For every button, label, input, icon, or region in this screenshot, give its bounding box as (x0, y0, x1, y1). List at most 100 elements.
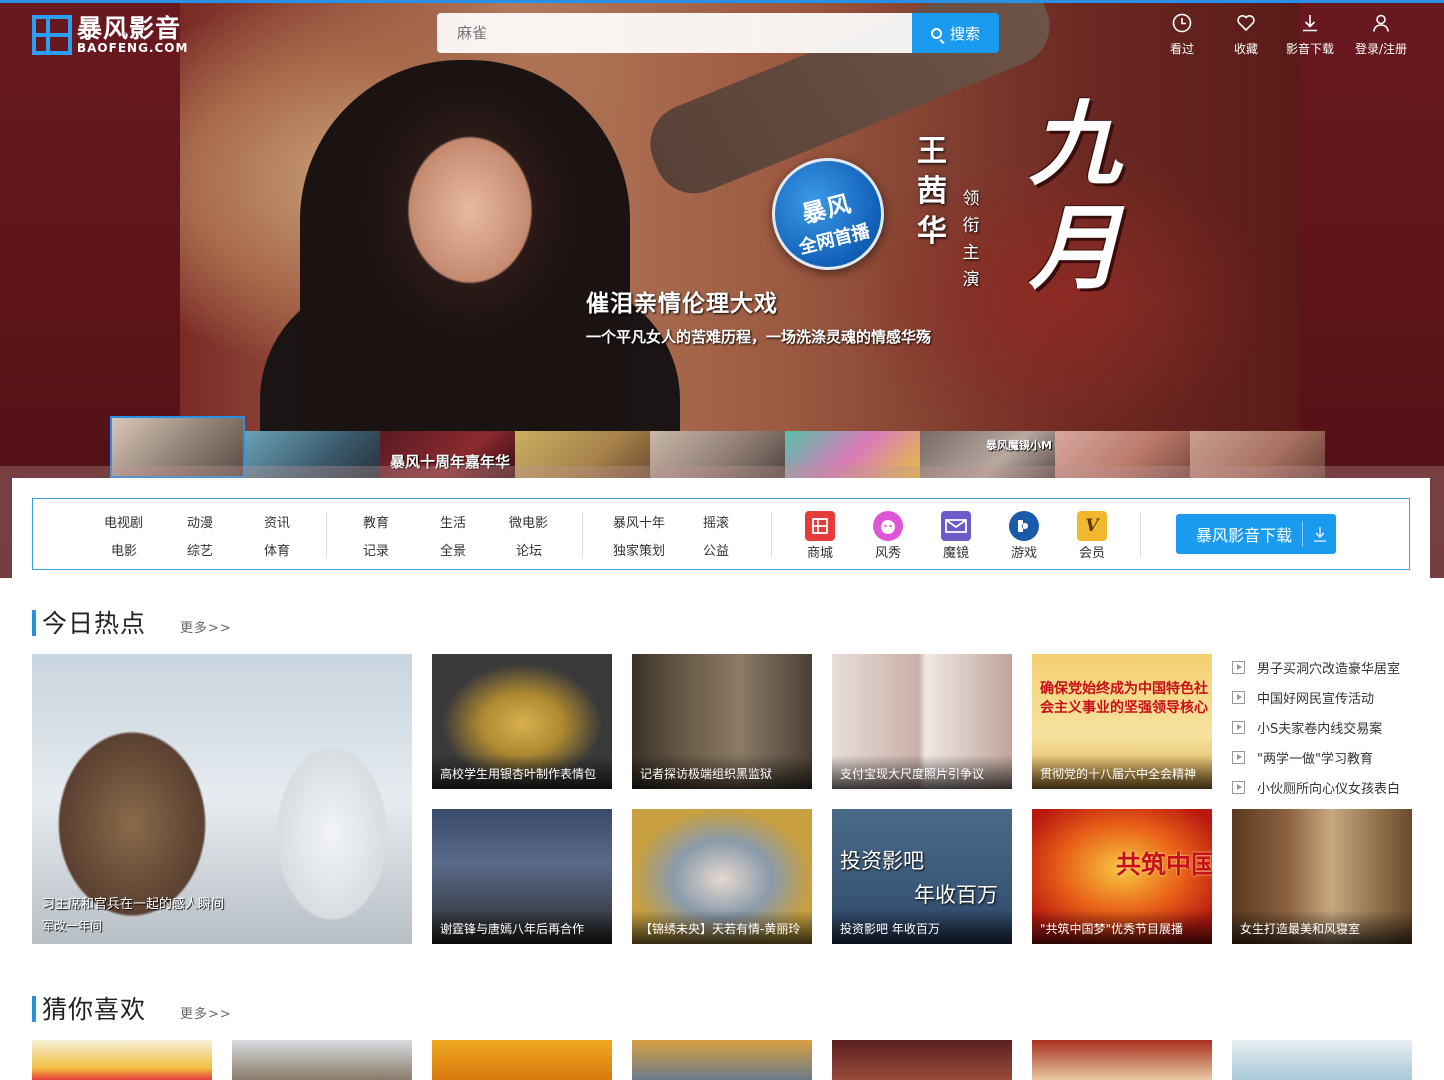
category-divider (582, 512, 583, 558)
recommend-card[interactable] (1232, 1040, 1412, 1080)
category-forum[interactable]: 论坛 (516, 540, 542, 559)
service-mall[interactable]: 商城 (800, 542, 840, 561)
nav-history-label: 看过 (1170, 42, 1195, 56)
guess-more-link[interactable]: 更多>> (180, 1003, 232, 1022)
news-card-caption: 【锦绣未央】天若有情-黄丽玲 (640, 922, 801, 936)
nav-favorites-label: 收藏 (1234, 42, 1259, 56)
logo-english: BAOFENG.COM (77, 40, 189, 55)
guess-header: 猜你喜欢 更多>> (42, 990, 232, 1026)
vr-mirror-icon[interactable] (941, 511, 971, 541)
news-card[interactable]: 确保党始终成为中国特色社会主义事业的坚强领导核心 贯彻党的十八届六中全会精神 (1032, 654, 1212, 789)
download-arrow-icon (1303, 526, 1336, 542)
hero-tagline: 催泪亲情伦理大戏 (586, 291, 778, 317)
service-game[interactable]: 游戏 (1004, 542, 1044, 561)
search-input[interactable] (437, 13, 912, 53)
nav-login[interactable]: 登录/注册 (1355, 12, 1407, 57)
category-exclusive[interactable]: 独家策划 (613, 540, 665, 559)
vip-icon[interactable]: V (1077, 511, 1107, 541)
play-icon (1232, 780, 1245, 794)
play-icon (1232, 750, 1245, 764)
news-card-caption: 支付宝现大尺度照片引争议 (840, 767, 985, 781)
hero-subtitle: 一个平凡女人的苦难历程，一场洗涤灵魂的情感华殇 (586, 328, 932, 346)
news-card[interactable]: 高校学生用银杏叶制作表情包 (432, 654, 612, 789)
news-card-caption: 女生打造最美和风寝室 (1240, 922, 1361, 936)
download-icon (1299, 12, 1321, 34)
hot-today-title: 今日热点 (42, 609, 147, 638)
news-card-caption: "共筑中国梦"优秀节目展播 (1040, 922, 1184, 936)
news-card[interactable]: 支付宝现大尺度照片引争议 (832, 654, 1012, 789)
site-logo[interactable]: 暴风影音 BAOFENG.COM (32, 14, 188, 56)
feature-news-subtitle: 军改一年间 (42, 919, 103, 933)
category-movies[interactable]: 电影 (111, 540, 137, 559)
search-bar: 搜索 (437, 13, 999, 53)
nav-favorites[interactable]: 收藏 (1234, 12, 1258, 57)
user-icon (1370, 12, 1392, 34)
recommend-card[interactable] (1032, 1040, 1212, 1080)
list-item[interactable]: "两学一做"学习教育 (1232, 742, 1422, 772)
category-micro-film[interactable]: 微电影 (509, 512, 548, 531)
category-divider (1140, 512, 1141, 558)
news-card[interactable]: 共筑中国梦 "共筑中国梦"优秀节目展播 (1032, 809, 1212, 944)
client-download-button[interactable]: 暴风影音下载 (1176, 514, 1336, 554)
history-clock-icon (1171, 12, 1193, 34)
news-card-overlay: 投资影吧 (840, 849, 924, 873)
news-card-caption: 记者探访极端组织黑监狱 (640, 767, 773, 781)
game-icon[interactable] (1009, 511, 1039, 541)
recommend-card[interactable] (232, 1040, 412, 1080)
news-card[interactable]: 记者探访极端组织黑监狱 (632, 654, 812, 789)
recommend-card[interactable] (32, 1040, 212, 1080)
news-card-caption: 投资影吧 年收百万 (840, 922, 940, 936)
category-education[interactable]: 教育 (363, 512, 389, 531)
hero-show-title: 九月 (1028, 90, 1121, 302)
list-item[interactable]: 男子买洞穴改造豪华居室 (1232, 652, 1422, 682)
mall-icon[interactable] (805, 511, 835, 541)
list-item[interactable]: 小伙厕所向心仪女孩表白 (1232, 772, 1422, 802)
category-charity[interactable]: 公益 (703, 540, 729, 559)
play-icon (1232, 660, 1245, 674)
feature-news-card[interactable]: 习主席和官兵在一起的感人瞬间 军改一年间 (32, 654, 412, 944)
nav-download[interactable]: 影音下载 (1286, 12, 1334, 57)
nav-history[interactable]: 看过 (1170, 12, 1194, 57)
category-panorama[interactable]: 全景 (440, 540, 466, 559)
category-divider (326, 512, 327, 558)
service-vr-mirror[interactable]: 魔镜 (936, 542, 976, 561)
category-rock[interactable]: 摇滚 (703, 512, 729, 531)
search-button-label: 搜索 (949, 24, 980, 43)
category-tv-series[interactable]: 电视剧 (104, 512, 143, 531)
fengxiu-icon[interactable] (873, 511, 903, 541)
news-card[interactable]: 【锦绣未央】天若有情-黄丽玲 (632, 809, 812, 944)
news-card-caption: 谢霆锋与唐嫣八年后再合作 (440, 922, 585, 936)
hero-actor-name: 王茜华 (917, 134, 947, 249)
heart-icon (1235, 12, 1257, 34)
search-button[interactable]: 搜索 (912, 13, 999, 53)
news-card[interactable]: 谢霆锋与唐嫣八年后再合作 (432, 809, 612, 944)
hero-lead-role: 领衔主演 (962, 189, 980, 290)
top-accent-line (0, 0, 1444, 3)
news-card[interactable]: 女生打造最美和风寝室 (1232, 809, 1412, 944)
recommend-card[interactable] (632, 1040, 812, 1080)
category-life[interactable]: 生活 (440, 512, 466, 531)
category-variety[interactable]: 综艺 (187, 540, 213, 559)
feature-news-title: 习主席和官兵在一起的感人瞬间 (42, 897, 225, 912)
category-sports[interactable]: 体育 (264, 540, 290, 559)
list-item[interactable]: 中国好网民宣传活动 (1232, 682, 1422, 712)
section-accent-bar (32, 996, 36, 1022)
category-divider (771, 512, 772, 558)
category-baofeng-decade[interactable]: 暴风十年 (613, 512, 665, 531)
news-card-overlay: 共筑中国梦 (1116, 850, 1212, 879)
hot-today-more-link[interactable]: 更多>> (180, 617, 232, 636)
logo-mark-icon (32, 15, 72, 55)
recommend-card[interactable] (832, 1040, 1012, 1080)
recommend-card[interactable] (432, 1040, 612, 1080)
search-icon (930, 27, 942, 39)
category-documentary[interactable]: 记录 (363, 540, 389, 559)
category-news[interactable]: 资讯 (264, 512, 290, 531)
list-item[interactable]: 小S夫家卷内线交易案 (1232, 712, 1422, 742)
category-anime[interactable]: 动漫 (187, 512, 213, 531)
news-card[interactable]: 投资影吧 年收百万 投资影吧 年收百万 (832, 809, 1012, 944)
service-fengxiu[interactable]: 风秀 (868, 542, 908, 561)
service-vip[interactable]: 会员 (1072, 542, 1112, 561)
nav-login-label: 登录/注册 (1355, 42, 1408, 56)
play-icon (1232, 720, 1245, 734)
logo-chinese: 暴风影音 (77, 13, 182, 43)
